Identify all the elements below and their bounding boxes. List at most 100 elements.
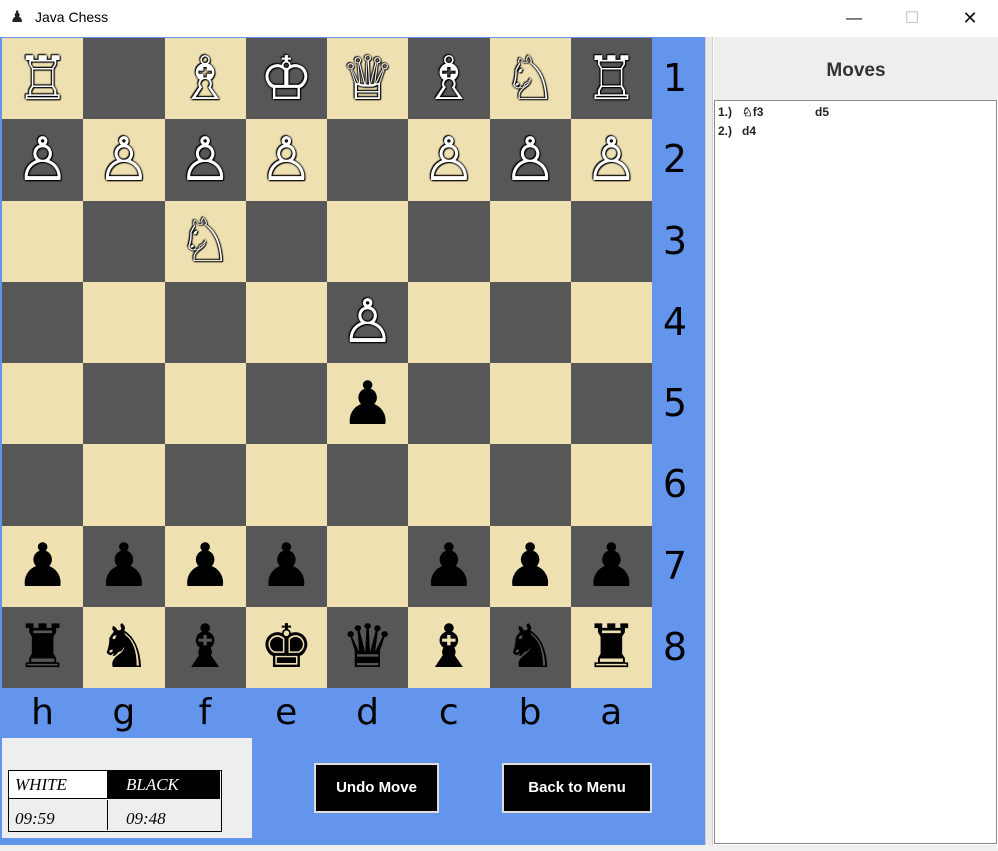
square-e3[interactable] <box>245 200 327 282</box>
black-pawn-icon[interactable]: ♟ <box>503 536 557 596</box>
square-b6[interactable] <box>489 444 571 526</box>
square-f7[interactable]: ♟ <box>164 525 246 607</box>
square-h8[interactable]: ♜ <box>2 606 84 688</box>
square-e7[interactable]: ♟ <box>245 525 327 607</box>
square-a7[interactable]: ♟ <box>570 525 652 607</box>
square-h4[interactable] <box>2 281 84 363</box>
white-king-icon[interactable]: ♔ <box>259 49 313 109</box>
square-g4[interactable] <box>83 281 165 363</box>
square-g8[interactable]: ♞ <box>83 606 165 688</box>
square-f2[interactable]: ♙ <box>164 119 246 201</box>
square-h7[interactable]: ♟ <box>2 525 84 607</box>
square-b7[interactable]: ♟ <box>489 525 571 607</box>
square-b5[interactable] <box>489 363 571 445</box>
square-d2[interactable] <box>327 119 409 201</box>
square-d3[interactable] <box>327 200 409 282</box>
black-pawn-icon[interactable]: ♟ <box>259 536 313 596</box>
square-e5[interactable] <box>245 363 327 445</box>
black-rook-icon[interactable]: ♜ <box>16 617 70 677</box>
square-b3[interactable] <box>489 200 571 282</box>
white-bishop-icon[interactable]: ♗ <box>422 49 476 109</box>
back-to-menu-button[interactable]: Back to Menu <box>502 763 652 813</box>
square-d6[interactable] <box>327 444 409 526</box>
square-c5[interactable] <box>408 363 490 445</box>
square-h2[interactable]: ♙ <box>2 119 84 201</box>
white-pawn-icon[interactable]: ♙ <box>503 130 557 190</box>
square-c6[interactable] <box>408 444 490 526</box>
square-e6[interactable] <box>245 444 327 526</box>
square-c1[interactable]: ♗ <box>408 38 490 120</box>
white-pawn-icon[interactable]: ♙ <box>341 292 395 352</box>
square-h6[interactable] <box>2 444 84 526</box>
split-pane-divider[interactable] <box>705 37 713 845</box>
black-queen-icon[interactable]: ♛ <box>341 617 395 677</box>
white-pawn-icon[interactable]: ♙ <box>422 130 476 190</box>
white-rook-icon[interactable]: ♖ <box>16 49 70 109</box>
square-b1[interactable]: ♘ <box>489 38 571 120</box>
square-g6[interactable] <box>83 444 165 526</box>
white-knight-icon[interactable]: ♘ <box>178 211 232 271</box>
black-pawn-icon[interactable]: ♟ <box>422 536 476 596</box>
black-bishop-icon[interactable]: ♝ <box>422 617 476 677</box>
square-a2[interactable]: ♙ <box>570 119 652 201</box>
square-f5[interactable] <box>164 363 246 445</box>
square-c3[interactable] <box>408 200 490 282</box>
square-f8[interactable]: ♝ <box>164 606 246 688</box>
black-king-icon[interactable]: ♚ <box>259 617 313 677</box>
maximize-button[interactable]: ☐ <box>883 0 941 37</box>
square-a6[interactable] <box>570 444 652 526</box>
square-d5[interactable]: ♟ <box>327 363 409 445</box>
square-a5[interactable] <box>570 363 652 445</box>
square-b8[interactable]: ♞ <box>489 606 571 688</box>
square-e8[interactable]: ♚ <box>245 606 327 688</box>
black-knight-icon[interactable]: ♞ <box>503 617 557 677</box>
black-pawn-icon[interactable]: ♟ <box>584 536 638 596</box>
square-f6[interactable] <box>164 444 246 526</box>
white-pawn-icon[interactable]: ♙ <box>97 130 151 190</box>
black-pawn-icon[interactable]: ♟ <box>16 536 70 596</box>
square-g1[interactable] <box>83 38 165 120</box>
square-f4[interactable] <box>164 281 246 363</box>
white-bishop-icon[interactable]: ♗ <box>178 49 232 109</box>
white-pawn-icon[interactable]: ♙ <box>259 130 313 190</box>
square-e1[interactable]: ♔ <box>245 38 327 120</box>
square-a8[interactable]: ♜ <box>570 606 652 688</box>
square-c4[interactable] <box>408 281 490 363</box>
moves-list[interactable]: 1.) ♘f3 d5 2.) d4 <box>714 100 997 844</box>
black-knight-icon[interactable]: ♞ <box>97 617 151 677</box>
square-d7[interactable] <box>327 525 409 607</box>
square-h3[interactable] <box>2 200 84 282</box>
square-d1[interactable]: ♕ <box>327 38 409 120</box>
white-queen-icon[interactable]: ♕ <box>341 49 395 109</box>
square-f3[interactable]: ♘ <box>164 200 246 282</box>
square-a3[interactable] <box>570 200 652 282</box>
white-pawn-icon[interactable]: ♙ <box>584 130 638 190</box>
black-pawn-icon[interactable]: ♟ <box>178 536 232 596</box>
close-button[interactable]: ✕ <box>941 0 998 37</box>
square-g7[interactable]: ♟ <box>83 525 165 607</box>
square-c8[interactable]: ♝ <box>408 606 490 688</box>
square-d4[interactable]: ♙ <box>327 281 409 363</box>
black-rook-icon[interactable]: ♜ <box>584 617 638 677</box>
square-g5[interactable] <box>83 363 165 445</box>
square-e4[interactable] <box>245 281 327 363</box>
square-c2[interactable]: ♙ <box>408 119 490 201</box>
minimize-button[interactable]: — <box>825 0 883 37</box>
white-knight-icon[interactable]: ♘ <box>503 49 557 109</box>
black-pawn-icon[interactable]: ♟ <box>97 536 151 596</box>
square-b2[interactable]: ♙ <box>489 119 571 201</box>
chess-board[interactable]: ♖ ♗ ♔ ♕ ♗ ♘ ♖ ♙ ♙ ♙ ♙ ♙ ♙ ♙ ♘ ♙ ♟ ♟ ♟ ♟ ♟ ♟ ♟ ♟ ♜ ♞ ♝ ♚ ♛ ♝ ♞ ♜ <box>2 38 652 688</box>
black-pawn-icon[interactable]: ♟ <box>341 374 395 434</box>
square-f1[interactable]: ♗ <box>164 38 246 120</box>
square-e2[interactable]: ♙ <box>245 119 327 201</box>
square-d8[interactable]: ♛ <box>327 606 409 688</box>
white-rook-icon[interactable]: ♖ <box>584 49 638 109</box>
square-g3[interactable] <box>83 200 165 282</box>
square-a4[interactable] <box>570 281 652 363</box>
black-bishop-icon[interactable]: ♝ <box>178 617 232 677</box>
white-pawn-icon[interactable]: ♙ <box>16 130 70 190</box>
square-c7[interactable]: ♟ <box>408 525 490 607</box>
square-b4[interactable] <box>489 281 571 363</box>
square-h5[interactable] <box>2 363 84 445</box>
square-g2[interactable]: ♙ <box>83 119 165 201</box>
